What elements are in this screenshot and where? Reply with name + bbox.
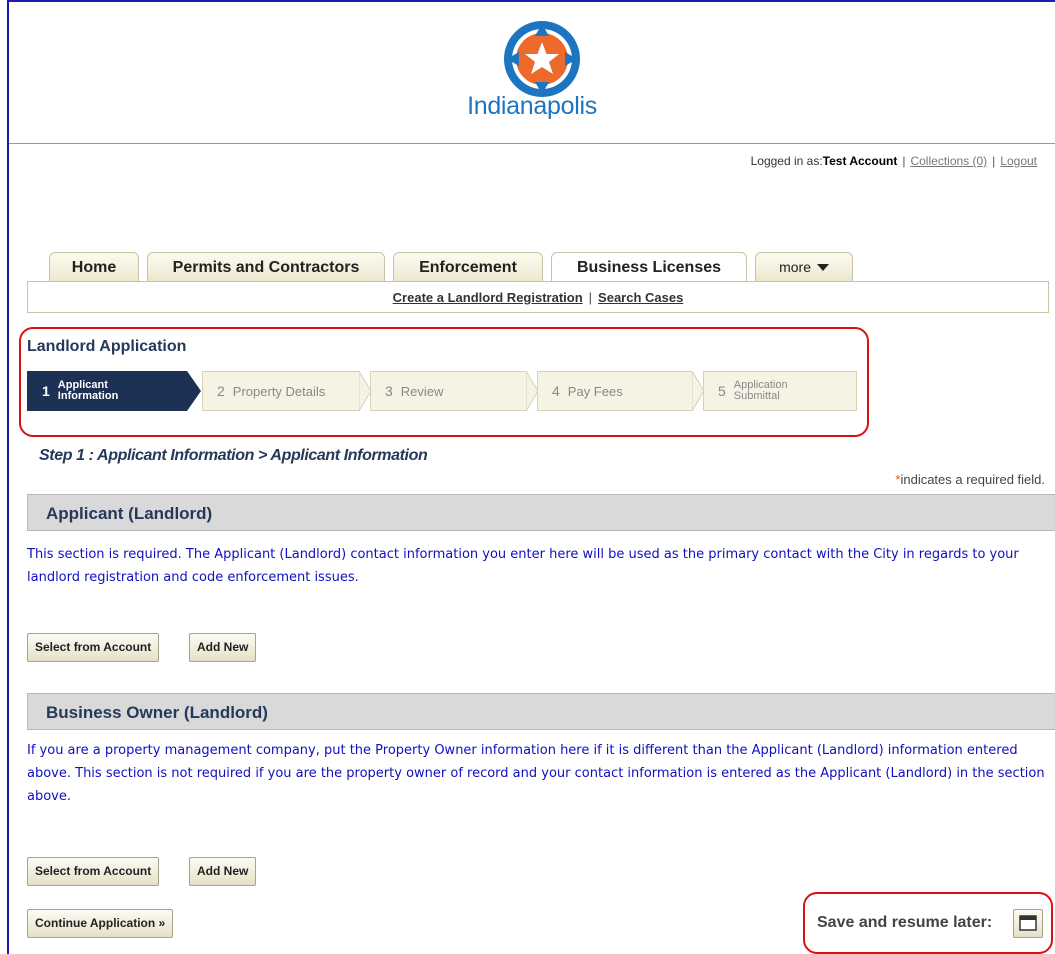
step-number: 5 <box>718 383 726 399</box>
logout-link[interactable]: Logout <box>1000 154 1037 168</box>
collections-link[interactable]: Collections (0) <box>910 154 987 168</box>
select-from-account-button[interactable]: Select from Account <box>27 857 160 886</box>
login-bar: Logged in as:Test Account | Collections (0… <box>751 154 1037 168</box>
page-frame: Indianapolis Logged in as:Test Account | C… <box>7 0 1055 954</box>
continue-application-button[interactable]: Continue Application » <box>27 909 174 938</box>
add-new-button[interactable]: Add New <box>189 857 257 886</box>
section-description-applicant: This section is required. The Applicant … <box>27 547 1019 585</box>
step-5: 5 Application Submittal <box>703 371 857 411</box>
section-description-business-owner: If you are a property management company… <box>27 743 1045 804</box>
step-number: 2 <box>217 383 225 399</box>
logged-in-user: Test Account <box>822 154 898 168</box>
separator: | <box>902 154 906 168</box>
separator: | <box>588 290 593 305</box>
caret-down-icon <box>816 264 829 272</box>
step-label-line2: Submittal <box>733 390 780 402</box>
search-cases-link[interactable]: Search Cases <box>598 290 683 305</box>
select-from-account-button[interactable]: Select from Account <box>27 633 160 662</box>
step-4: 4 Pay Fees <box>537 371 693 411</box>
tab-home[interactable]: Home <box>49 252 139 281</box>
step-label-line2: Information <box>57 390 119 402</box>
tab-more[interactable]: more <box>755 252 853 281</box>
save-resume-button[interactable] <box>1013 909 1043 938</box>
required-note-text: indicates a required field. <box>900 472 1045 487</box>
step-number: 3 <box>385 383 393 399</box>
separator: | <box>992 154 996 168</box>
application-title: Landlord Application <box>27 338 187 355</box>
sub-navigation: Create a Landlord Registration | Search Ca… <box>27 281 1049 313</box>
add-new-button[interactable]: Add New <box>189 633 257 662</box>
step-arrow-icon <box>187 371 201 411</box>
step-2: 2 Property Details <box>202 371 360 411</box>
step-label: Property Details <box>232 383 326 399</box>
site-header: Indianapolis <box>9 2 1055 144</box>
step-label: Applicant Information <box>58 380 119 402</box>
step-3: 3 Review <box>370 371 527 411</box>
tab-permits-and-contractors[interactable]: Permits and Contractors <box>147 252 385 281</box>
step-1: 1 Applicant Information <box>27 371 187 411</box>
step-number: 1 <box>42 383 50 399</box>
logged-in-prefix: Logged in as: <box>750 154 823 168</box>
save-resume-label: Save and resume later: <box>817 914 993 931</box>
section-header-business-owner: Business Owner (Landlord) <box>27 693 1055 730</box>
step-label: Review <box>400 383 444 399</box>
create-landlord-registration-link[interactable]: Create a Landlord Registration <box>393 290 583 305</box>
indianapolis-star-logo-icon[interactable] <box>501 18 583 100</box>
save-window-icon <box>1019 915 1037 931</box>
step-label: Application Submittal <box>734 380 788 402</box>
logo-wordmark: Indianapolis <box>467 92 597 120</box>
tab-enforcement[interactable]: Enforcement <box>393 252 543 281</box>
step-number: 4 <box>552 383 560 399</box>
section-header-applicant: Applicant (Landlord) <box>27 494 1055 531</box>
required-field-note: *indicates a required field. <box>895 472 1045 487</box>
step-label: Pay Fees <box>567 383 623 399</box>
step-heading: Step 1 : Applicant Information > Applica… <box>39 447 428 464</box>
tab-business-licenses[interactable]: Business Licenses <box>551 252 747 282</box>
tab-more-label: more <box>779 259 811 275</box>
